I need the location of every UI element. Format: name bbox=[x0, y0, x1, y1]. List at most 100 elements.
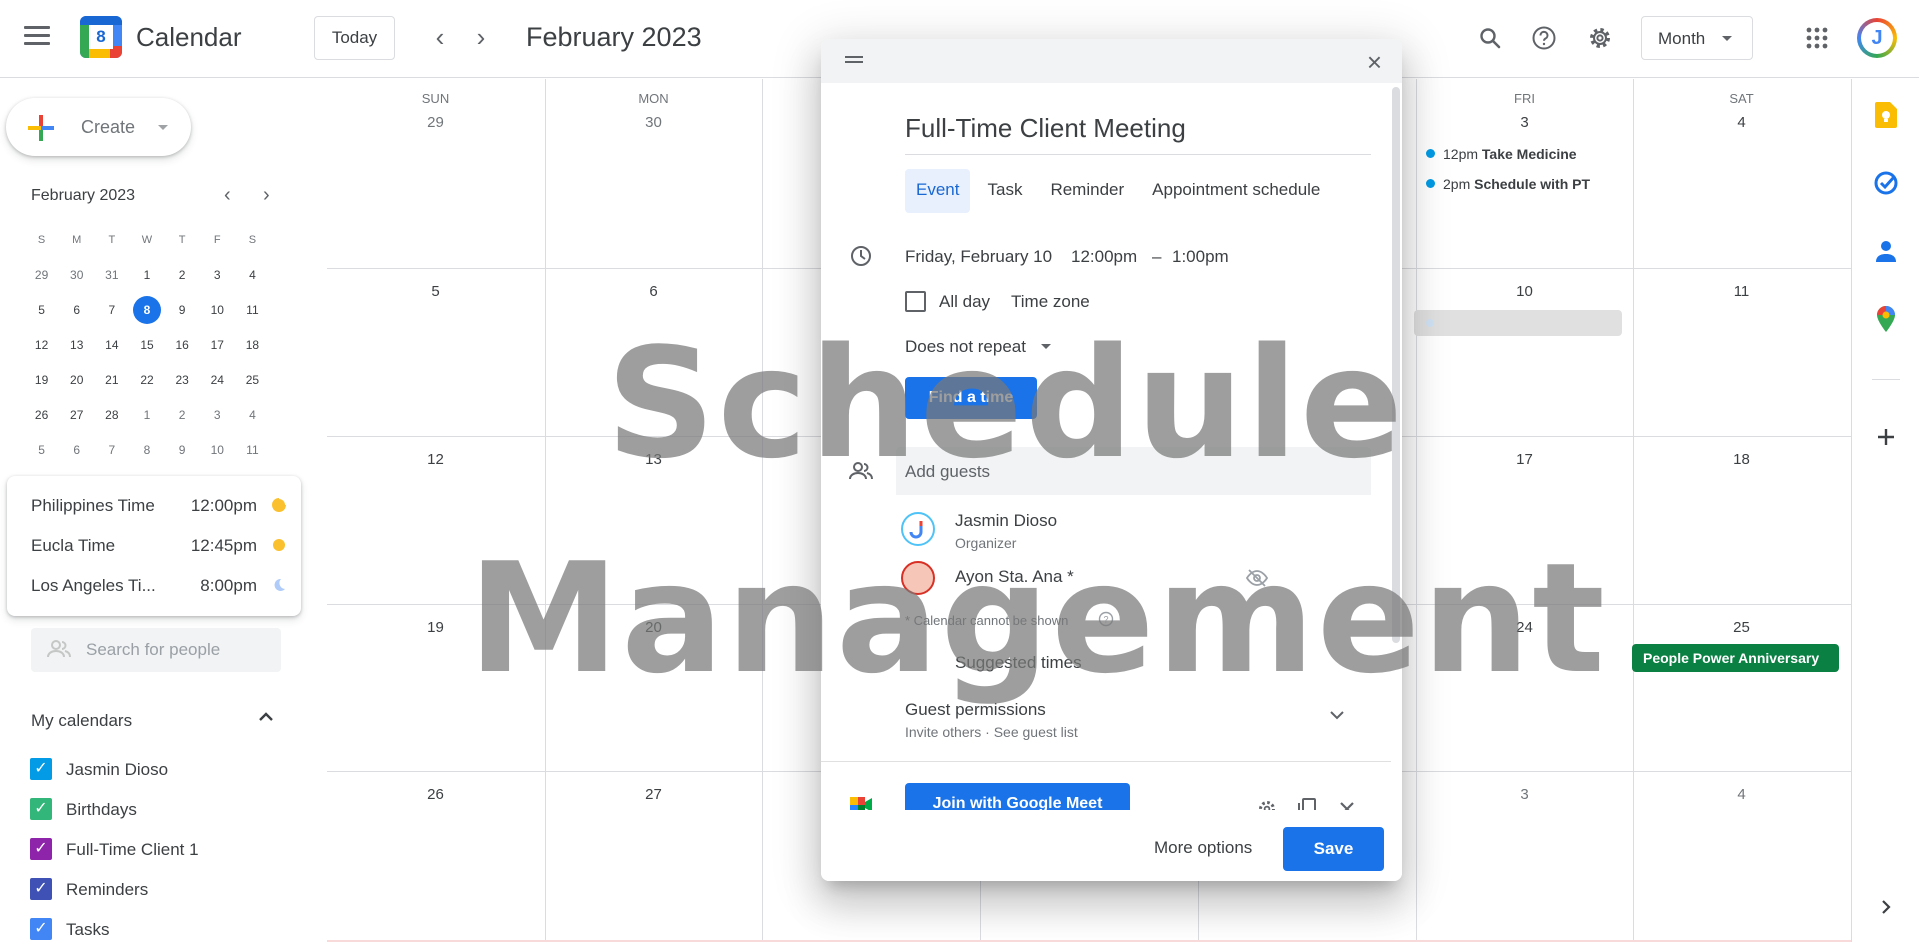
calendar-checkbox[interactable]: ✓ bbox=[30, 838, 52, 860]
mini-day[interactable]: 23 bbox=[165, 373, 200, 387]
day-number[interactable]: 3 bbox=[1416, 786, 1633, 803]
mini-day[interactable]: 7 bbox=[94, 443, 129, 457]
search-icon[interactable] bbox=[1472, 20, 1508, 56]
search-people-input[interactable]: Search for people bbox=[31, 628, 281, 672]
mini-day[interactable]: 31 bbox=[94, 268, 129, 282]
add-addon-plus-icon[interactable] bbox=[1872, 423, 1900, 451]
new-event-placeholder[interactable] bbox=[1414, 310, 1622, 336]
help-icon[interactable]: ? bbox=[1097, 610, 1115, 628]
mini-day[interactable]: 8 bbox=[129, 443, 164, 457]
add-guests-input[interactable]: Add guests bbox=[896, 447, 1371, 495]
mini-day[interactable]: 22 bbox=[129, 373, 164, 387]
apps-grid-icon[interactable] bbox=[1799, 20, 1835, 56]
holiday-event-chip[interactable]: People Power Anniversary bbox=[1632, 644, 1839, 672]
my-calendars-heading[interactable]: My calendars bbox=[31, 711, 132, 731]
contacts-icon[interactable] bbox=[1872, 237, 1900, 265]
tab-task[interactable]: Task bbox=[976, 169, 1033, 213]
all-day-checkbox[interactable] bbox=[905, 291, 926, 312]
today-button[interactable]: Today bbox=[314, 16, 395, 60]
mini-day[interactable]: 10 bbox=[200, 443, 235, 457]
event-chip[interactable]: 2pm Schedule with PT bbox=[1426, 176, 1590, 192]
mini-day[interactable]: 2 bbox=[165, 408, 200, 422]
mini-day[interactable]: 30 bbox=[59, 268, 94, 282]
tab-reminder[interactable]: Reminder bbox=[1039, 169, 1135, 213]
drag-handle-icon[interactable] bbox=[845, 56, 863, 66]
day-number[interactable]: 3 bbox=[1416, 114, 1633, 131]
day-number[interactable]: 4 bbox=[1633, 114, 1850, 131]
mini-day[interactable]: 26 bbox=[24, 408, 59, 422]
mini-day[interactable]: 6 bbox=[59, 443, 94, 457]
mini-day[interactable]: 2 bbox=[165, 268, 200, 282]
mini-day[interactable]: 28 bbox=[94, 408, 129, 422]
close-icon[interactable]: × bbox=[1367, 47, 1382, 78]
day-number[interactable]: 25 bbox=[1633, 619, 1850, 636]
tasks-icon[interactable] bbox=[1872, 169, 1900, 197]
mini-day[interactable]: 13 bbox=[59, 338, 94, 352]
mini-day[interactable]: 12 bbox=[24, 338, 59, 352]
event-title-input[interactable]: Full-Time Client Meeting bbox=[905, 113, 1371, 155]
mini-day[interactable]: 10 bbox=[200, 303, 235, 317]
day-number[interactable]: 24 bbox=[1416, 619, 1633, 636]
mini-day[interactable]: 21 bbox=[94, 373, 129, 387]
mini-day[interactable]: 11 bbox=[235, 303, 270, 317]
keep-icon[interactable] bbox=[1872, 101, 1900, 129]
day-number[interactable]: 27 bbox=[545, 786, 762, 803]
mini-day[interactable]: 27 bbox=[59, 408, 94, 422]
mini-day[interactable]: 20 bbox=[59, 373, 94, 387]
day-number[interactable]: 26 bbox=[327, 786, 544, 803]
mini-day[interactable]: 9 bbox=[165, 443, 200, 457]
day-number[interactable]: 10 bbox=[1416, 283, 1633, 300]
event-chip[interactable]: 12pm Take Medicine bbox=[1426, 146, 1577, 162]
dialog-drag-bar[interactable]: × bbox=[821, 39, 1402, 83]
day-number[interactable]: 30 bbox=[545, 114, 762, 131]
mini-prev-month-button[interactable]: ‹ bbox=[224, 184, 231, 207]
mini-next-month-button[interactable]: › bbox=[263, 184, 270, 207]
day-number[interactable]: 13 bbox=[545, 451, 762, 468]
mini-day[interactable]: 1 bbox=[129, 268, 164, 282]
day-number[interactable]: 18 bbox=[1633, 451, 1850, 468]
mini-day[interactable]: 15 bbox=[129, 338, 164, 352]
day-number[interactable]: 11 bbox=[1633, 283, 1850, 300]
mini-day[interactable]: 1 bbox=[129, 408, 164, 422]
more-options-button[interactable]: More options bbox=[1154, 838, 1252, 858]
mini-day[interactable]: 16 bbox=[165, 338, 200, 352]
mini-day[interactable]: 6 bbox=[59, 303, 94, 317]
view-select[interactable]: Month bbox=[1641, 16, 1753, 60]
mini-day[interactable]: 25 bbox=[235, 373, 270, 387]
mini-day[interactable]: 9 bbox=[165, 303, 200, 317]
mini-day[interactable]: 3 bbox=[200, 268, 235, 282]
tab-event[interactable]: Event bbox=[905, 169, 971, 213]
next-period-button[interactable]: › bbox=[465, 22, 497, 54]
chevron-right-icon[interactable] bbox=[1872, 893, 1900, 921]
day-number[interactable]: 20 bbox=[545, 619, 762, 636]
event-date[interactable]: Friday, February 10 bbox=[905, 247, 1052, 267]
chevron-up-icon[interactable] bbox=[256, 707, 276, 733]
day-number[interactable]: 29 bbox=[327, 114, 544, 131]
event-start-time[interactable]: 12:00pm bbox=[1071, 247, 1137, 267]
previous-period-button[interactable]: ‹ bbox=[424, 22, 456, 54]
account-avatar[interactable]: J bbox=[1857, 18, 1897, 58]
event-end-time[interactable]: 1:00pm bbox=[1172, 247, 1229, 267]
calendar-logo[interactable]: 8 bbox=[80, 16, 122, 58]
main-menu-icon[interactable] bbox=[24, 26, 50, 48]
day-number[interactable]: 6 bbox=[545, 283, 762, 300]
mini-day[interactable]: 19 bbox=[24, 373, 59, 387]
settings-gear-icon[interactable] bbox=[1582, 20, 1618, 56]
mini-day[interactable]: 7 bbox=[94, 303, 129, 317]
help-icon[interactable] bbox=[1526, 20, 1562, 56]
chevron-down-icon[interactable] bbox=[1325, 703, 1349, 727]
dialog-scrollbar[interactable] bbox=[1392, 87, 1400, 643]
repeat-select[interactable]: Does not repeat bbox=[905, 337, 1026, 357]
mini-day[interactable]: 3 bbox=[200, 408, 235, 422]
mini-day[interactable]: 4 bbox=[235, 268, 270, 282]
time-zone-button[interactable]: Time zone bbox=[1011, 292, 1090, 312]
day-number[interactable]: 4 bbox=[1633, 786, 1850, 803]
mini-day[interactable]: 24 bbox=[200, 373, 235, 387]
mini-day[interactable]: 4 bbox=[235, 408, 270, 422]
day-number[interactable]: 19 bbox=[327, 619, 544, 636]
mini-day[interactable]: 5 bbox=[24, 443, 59, 457]
guest-permissions-title[interactable]: Guest permissions bbox=[905, 700, 1046, 720]
calendar-checkbox[interactable]: ✓ bbox=[30, 878, 52, 900]
mini-day-today[interactable]: 8 bbox=[129, 295, 164, 324]
day-number[interactable]: 17 bbox=[1416, 451, 1633, 468]
